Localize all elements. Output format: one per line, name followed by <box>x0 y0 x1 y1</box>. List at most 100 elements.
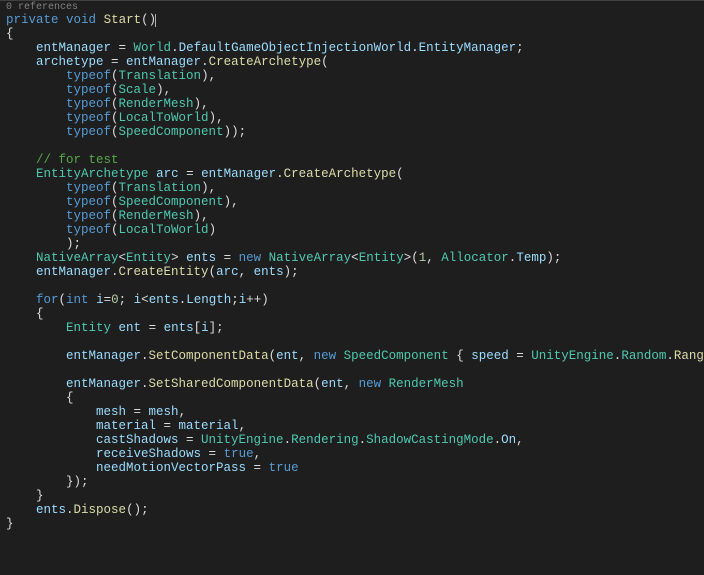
keyword: int <box>66 293 89 307</box>
keyword: typeof <box>66 97 111 111</box>
code-line[interactable]: { <box>0 391 704 405</box>
comma: , <box>239 265 247 279</box>
text-cursor <box>155 14 156 27</box>
space <box>246 265 254 279</box>
code-line[interactable]: Entity ent = ents[i]; <box>0 321 704 335</box>
blank-line[interactable] <box>0 335 704 349</box>
space <box>111 321 119 335</box>
paren: ( <box>111 181 119 195</box>
code-line[interactable]: typeof(LocalToWorld), <box>0 111 704 125</box>
identifier: mesh <box>96 405 126 419</box>
space <box>59 13 67 27</box>
comma: , <box>254 447 262 461</box>
code-line[interactable]: for(int i=0; i<ents.Length;i++) <box>0 293 704 307</box>
code-line[interactable]: }); <box>0 475 704 489</box>
code-line[interactable]: material = material, <box>0 419 704 433</box>
comma: , <box>201 209 209 223</box>
paren: ( <box>59 293 67 307</box>
brace: } <box>6 517 14 531</box>
indent <box>6 391 66 405</box>
blank-line[interactable] <box>0 363 704 377</box>
type: SpeedComponent <box>119 125 224 139</box>
code-line[interactable]: { <box>0 27 704 41</box>
method: CreateArchetype <box>209 55 322 69</box>
code-line[interactable]: typeof(Translation), <box>0 69 704 83</box>
op: ++ <box>246 293 261 307</box>
codelens-references[interactable]: 0 references <box>0 2 704 13</box>
op: = <box>246 461 269 475</box>
op: = <box>179 433 202 447</box>
op: = <box>216 251 239 265</box>
paren: ( <box>111 125 119 139</box>
space <box>126 293 134 307</box>
paren: ( <box>314 377 322 391</box>
keyword: typeof <box>66 181 111 195</box>
code-editor[interactable]: 0 references private void Start() { entM… <box>0 0 704 575</box>
method: Dispose <box>74 503 127 517</box>
paren: () <box>141 13 156 27</box>
code-line[interactable]: { <box>0 307 704 321</box>
space <box>89 293 97 307</box>
identifier: entManager <box>66 349 141 363</box>
identifier: arc <box>216 265 239 279</box>
paren: ( <box>209 265 217 279</box>
code-line[interactable]: receiveShadows = true, <box>0 447 704 461</box>
bracket: ] <box>209 321 217 335</box>
indent <box>6 251 36 265</box>
semi: ; <box>516 41 524 55</box>
code-line[interactable]: typeof(Scale), <box>0 83 704 97</box>
type: SpeedComponent <box>344 349 449 363</box>
type: UnityEngine <box>531 349 614 363</box>
code-line[interactable]: } <box>0 517 704 531</box>
code-line[interactable]: EntityArchetype arc = entManager.CreateA… <box>0 167 704 181</box>
blank-line[interactable] <box>0 279 704 293</box>
blank-line[interactable] <box>0 139 704 153</box>
code-line[interactable]: // for test <box>0 153 704 167</box>
keyword: typeof <box>66 69 111 83</box>
brace: { <box>36 307 44 321</box>
code-line[interactable]: archetype = entManager.CreateArchetype( <box>0 55 704 69</box>
type: LocalToWorld <box>119 223 209 237</box>
type: NativeArray <box>269 251 352 265</box>
indent <box>6 111 66 125</box>
code-line[interactable]: needMotionVectorPass = true <box>0 461 704 475</box>
keyword: new <box>239 251 262 265</box>
identifier: Temp <box>516 251 546 265</box>
comma: , <box>426 251 434 265</box>
dot: . <box>66 503 74 517</box>
code-line[interactable]: typeof(SpeedComponent), <box>0 195 704 209</box>
indent <box>6 447 96 461</box>
indent <box>6 307 36 321</box>
code-line[interactable]: entManager.SetComponentData(ent, new Spe… <box>0 349 704 363</box>
identifier: speed <box>471 349 509 363</box>
indent <box>6 223 66 237</box>
dot: . <box>201 55 209 69</box>
indent <box>6 125 66 139</box>
code-line[interactable]: castShadows = UnityEngine.Rendering.Shad… <box>0 433 704 447</box>
code-line[interactable]: ents.Dispose(); <box>0 503 704 517</box>
code-line[interactable]: } <box>0 489 704 503</box>
code-line[interactable]: typeof(Translation), <box>0 181 704 195</box>
code-line[interactable]: typeof(SpeedComponent)); <box>0 125 704 139</box>
code-line[interactable]: entManager = World.DefaultGameObjectInje… <box>0 41 704 55</box>
code-line[interactable]: mesh = mesh, <box>0 405 704 419</box>
code-line[interactable]: private void Start() <box>0 13 704 27</box>
indent <box>6 321 66 335</box>
identifier: ent <box>321 377 344 391</box>
indent <box>6 209 66 223</box>
code-line[interactable]: ); <box>0 237 704 251</box>
identifier: mesh <box>149 405 179 419</box>
type: Translation <box>119 69 202 83</box>
space <box>179 251 187 265</box>
code-line[interactable]: typeof(RenderMesh), <box>0 97 704 111</box>
keyword: typeof <box>66 223 111 237</box>
paren: ); <box>66 237 81 251</box>
code-line[interactable]: entManager.CreateEntity(arc, ents); <box>0 265 704 279</box>
space <box>261 251 269 265</box>
code-line[interactable]: typeof(LocalToWorld) <box>0 223 704 237</box>
identifier: DefaultGameObjectInjectionWorld <box>179 41 412 55</box>
indent <box>6 475 66 489</box>
code-line[interactable]: entManager.SetSharedComponentData(ent, n… <box>0 377 704 391</box>
code-line[interactable]: NativeArray<Entity> ents = new NativeArr… <box>0 251 704 265</box>
code-line[interactable]: typeof(RenderMesh), <box>0 209 704 223</box>
